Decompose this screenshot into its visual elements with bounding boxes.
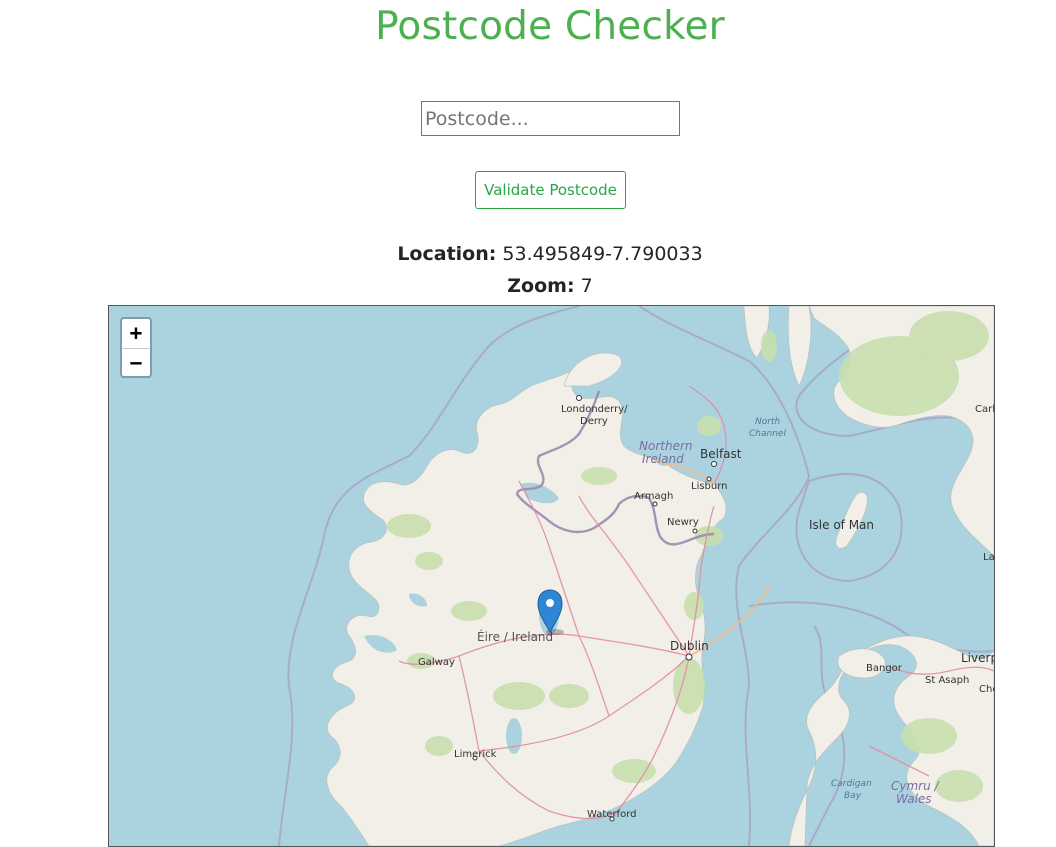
map-label-channel: Channel [749, 429, 786, 439]
map-label-londonderry: Londonderry/ [561, 404, 628, 415]
location-value: 53.495849-7.790033 [502, 243, 703, 265]
map-label-derry: Derry [580, 416, 608, 427]
location-label: Location: [397, 243, 497, 265]
map-label-lisburn: Lisburn [691, 481, 728, 492]
map-label-galway: Galway [418, 657, 455, 668]
zoom-out-button[interactable]: − [122, 349, 150, 378]
zoom-value: 7 [580, 275, 593, 297]
map-label-north: North [755, 417, 780, 427]
zoom-label: Zoom: [507, 275, 575, 297]
map-label-eire: Éire / Ireland [477, 629, 553, 644]
postcode-input[interactable] [421, 101, 680, 136]
validate-postcode-button[interactable]: Validate Postcode [475, 171, 626, 209]
map-label-liverpool: Liverp [961, 651, 994, 665]
zoom-control: + − [120, 317, 152, 378]
zoom-readout: Zoom: 7 [0, 275, 1056, 297]
map-view[interactable]: Londonderry/ Derry Northern Ireland Belf… [108, 305, 995, 847]
map-label-bay: Bay [844, 791, 862, 801]
map-label-northern: Northern [639, 439, 692, 453]
map-label-waterford: Waterford [587, 809, 636, 820]
map-label-limerick: Limerick [454, 749, 497, 760]
map-label-bangor: Bangor [866, 663, 903, 674]
map-label-la: La [983, 552, 994, 563]
map-label-isle-of-man: Isle of Man [809, 518, 874, 532]
map-label-cymru: Cymru / [891, 779, 941, 793]
map-label-st-asaph: St Asaph [925, 675, 969, 686]
map-label-newry: Newry [667, 517, 699, 528]
zoom-in-button[interactable]: + [122, 319, 150, 349]
map-label-cardigan: Cardigan [831, 779, 872, 789]
map-tiles[interactable]: Londonderry/ Derry Northern Ireland Belf… [109, 306, 994, 846]
map-label-dublin: Dublin [670, 639, 709, 653]
location-readout: Location: 53.495849-7.790033 [0, 243, 1056, 265]
map-label-carl: Carl [975, 404, 994, 415]
map-label-armagh: Armagh [634, 491, 673, 502]
page-title: Postcode Checker [375, 4, 725, 49]
map-label-ireland-ni: Ireland [642, 452, 684, 466]
map-label-wales: Wales [896, 792, 932, 806]
map-label-belfast: Belfast [700, 447, 742, 461]
map-label-che: Che [979, 684, 994, 695]
